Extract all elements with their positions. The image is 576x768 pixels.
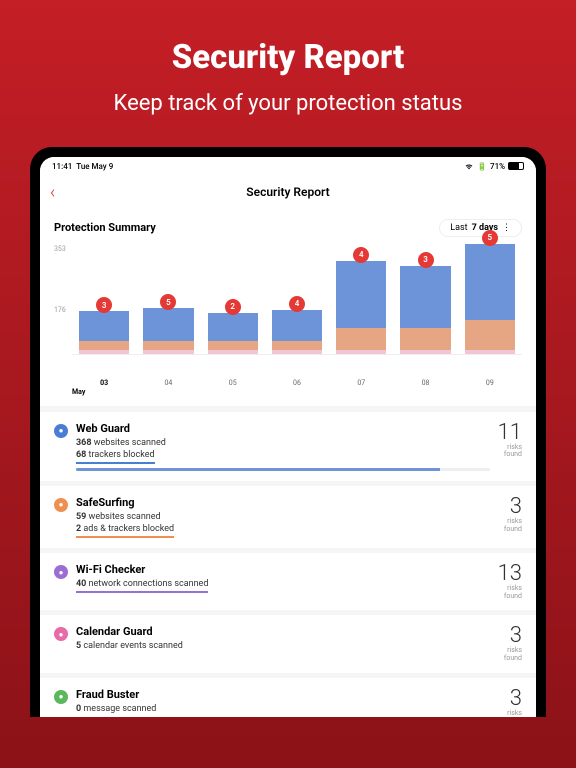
hero-section: Security Report Keep track of your prote…	[0, 0, 576, 147]
risks-count: 3risksfound	[504, 688, 522, 717]
page-title: Security Report	[246, 185, 329, 199]
hero-title: Security Report	[20, 38, 556, 77]
feature-name: SafeSurfing	[76, 496, 496, 509]
battery-icon: 🔋	[477, 162, 487, 171]
x-axis-label: 07	[330, 379, 393, 387]
calendar-guard-icon: ●	[54, 627, 68, 641]
screen: 11:41 Tue May 9 🔋 71% ‹ Security Report …	[40, 157, 536, 717]
status-bar: 11:41 Tue May 9 🔋 71%	[40, 157, 536, 176]
status-left: 11:41 Tue May 9	[52, 162, 113, 171]
y-axis-mid: 176	[54, 306, 66, 314]
feature-name: Fraud Buster	[76, 688, 496, 701]
tablet-frame: 11:41 Tue May 9 🔋 71% ‹ Security Report …	[30, 147, 546, 717]
battery-percent: 71%	[490, 162, 505, 171]
x-axis-label: 06	[265, 379, 328, 387]
wifi-icon	[464, 162, 474, 170]
chart-bar[interactable]: 3	[394, 266, 457, 354]
safesurfing-icon: ●	[54, 498, 68, 512]
feature-stats: 40 network connections scanned	[76, 578, 490, 593]
risks-count: 3risksfound	[504, 496, 522, 533]
progress-bar	[76, 468, 490, 471]
x-axis-month: May	[54, 388, 522, 396]
risks-count: 11risksfound	[498, 422, 522, 459]
nav-bar: ‹ Security Report	[40, 176, 536, 209]
battery-bar-icon	[508, 162, 524, 170]
chart-badge: 2	[225, 299, 241, 315]
feature-web-guard[interactable]: ● Web Guard 368 websites scanned68 tracker…	[40, 412, 536, 481]
feature-wifi-checker[interactable]: ● Wi-Fi Checker 40 network connections sca…	[40, 553, 536, 610]
summary-chart[interactable]: 353 176 3524435	[54, 245, 522, 375]
status-right: 🔋 71%	[464, 162, 524, 171]
hero-subtitle: Keep track of your protection status	[20, 89, 556, 119]
chart-bar[interactable]: 5	[458, 244, 521, 354]
feature-stats: 0 message scanned	[76, 703, 496, 716]
feature-name: Calendar Guard	[76, 625, 496, 638]
chart-badge: 4	[289, 296, 305, 312]
chart-bar[interactable]: 4	[265, 310, 328, 354]
date-range-selector[interactable]: Last 7 days ⋮	[439, 219, 522, 237]
wifi-checker-icon: ●	[54, 565, 68, 579]
y-axis-top: 353	[54, 245, 66, 253]
feature-name: Wi-Fi Checker	[76, 563, 490, 576]
x-axis-label: 09	[458, 379, 521, 387]
feature-calendar-guard[interactable]: ● Calendar Guard 5 calendar events scanned…	[40, 615, 536, 672]
chart-badge: 3	[418, 252, 434, 268]
chart-bar[interactable]: 2	[201, 313, 264, 354]
summary-title: Protection Summary	[54, 221, 156, 234]
features-list: ● Web Guard 368 websites scanned68 tracker…	[40, 412, 536, 717]
x-axis-label: 04	[137, 379, 200, 387]
back-button[interactable]: ‹	[50, 182, 55, 203]
feature-fraud-buster[interactable]: ● Fraud Buster 0 message scanned 3risksfoun…	[40, 678, 536, 717]
x-axis-label: 05	[201, 379, 264, 387]
x-axis-label: 03	[73, 379, 136, 387]
web-guard-icon: ●	[54, 424, 68, 438]
risks-count: 13risksfound	[498, 563, 522, 600]
feature-safesurfing[interactable]: ● SafeSurfing 59 websites scanned2 ads & t…	[40, 486, 536, 548]
feature-stats: 59 websites scanned2 ads & trackers bloc…	[76, 511, 496, 538]
feature-stats: 368 websites scanned68 trackers blocked	[76, 437, 490, 464]
risks-count: 3risksfound	[504, 625, 522, 662]
fraud-buster-icon: ●	[54, 690, 68, 704]
more-icon: ⋮	[502, 223, 511, 233]
feature-stats: 5 calendar events scanned	[76, 640, 496, 653]
feature-name: Web Guard	[76, 422, 490, 435]
chart-badge: 5	[482, 230, 498, 246]
x-axis-label: 08	[394, 379, 457, 387]
chart-bar[interactable]: 4	[330, 261, 393, 354]
protection-summary-card: Protection Summary Last 7 days ⋮ 353 176…	[40, 209, 536, 406]
chart-bar[interactable]: 5	[137, 308, 200, 353]
chart-bar[interactable]: 3	[73, 311, 136, 353]
